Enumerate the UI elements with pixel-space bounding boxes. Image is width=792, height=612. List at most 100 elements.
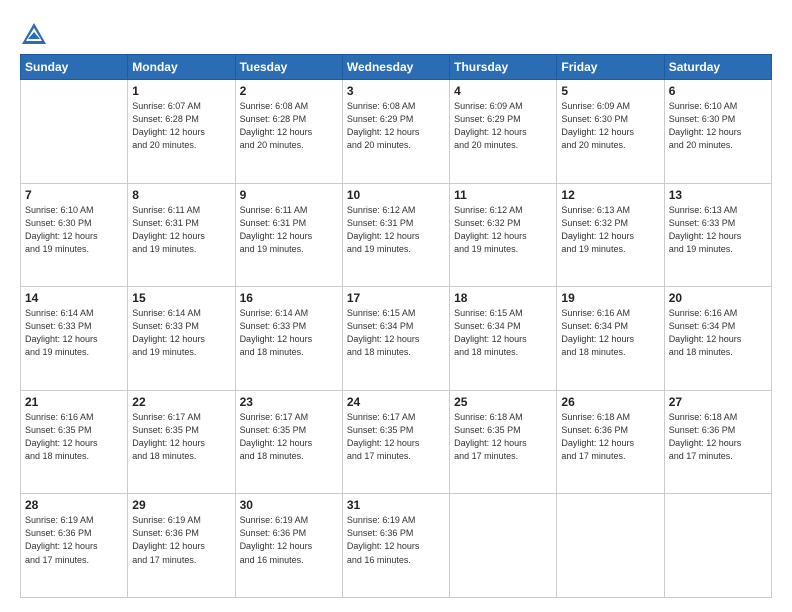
day-number: 20 [669, 291, 767, 305]
calendar-cell: 22Sunrise: 6:17 AM Sunset: 6:35 PM Dayli… [128, 390, 235, 494]
day-number: 12 [561, 188, 659, 202]
day-number: 27 [669, 395, 767, 409]
day-info: Sunrise: 6:10 AM Sunset: 6:30 PM Dayligh… [25, 204, 123, 256]
day-info: Sunrise: 6:14 AM Sunset: 6:33 PM Dayligh… [25, 307, 123, 359]
day-number: 24 [347, 395, 445, 409]
day-number: 5 [561, 84, 659, 98]
calendar-cell: 2 Sunrise: 6:08 AM Sunset: 6:28 PM Daylig… [235, 80, 342, 184]
day-info: Sunrise: 6:16 AM Sunset: 6:35 PM Dayligh… [25, 411, 123, 463]
day-number: 18 [454, 291, 552, 305]
calendar-cell [664, 494, 771, 598]
day-info: Sunrise: 6:17 AM Sunset: 6:35 PM Dayligh… [240, 411, 338, 463]
calendar-cell: 10 Sunrise: 6:12 AM Sunset: 6:31 PM Dayli… [342, 183, 449, 287]
calendar-cell: 12 Sunrise: 6:13 AM Sunset: 6:32 PM Dayli… [557, 183, 664, 287]
calendar-cell: 18 Sunrise: 6:15 AM Sunset: 6:34 PM Dayli… [450, 287, 557, 391]
day-info: Sunrise: 6:10 AM Sunset: 6:30 PM Dayligh… [669, 100, 767, 152]
day-number: 1 [132, 84, 230, 98]
day-info: Sunrise: 6:13 AM Sunset: 6:32 PM Dayligh… [561, 204, 659, 256]
day-info: Sunrise: 6:09 AM Sunset: 6:30 PM Dayligh… [561, 100, 659, 152]
calendar-cell: 20 Sunrise: 6:16 AM Sunset: 6:34 PM Dayli… [664, 287, 771, 391]
weekday-header-row: SundayMondayTuesdayWednesdayThursdayFrid… [21, 55, 772, 80]
weekday-header-saturday: Saturday [664, 55, 771, 80]
week-row-1: 1 Sunrise: 6:07 AM Sunset: 6:28 PM Daylig… [21, 80, 772, 184]
day-number: 16 [240, 291, 338, 305]
day-number: 7 [25, 188, 123, 202]
calendar-cell: 16 Sunrise: 6:14 AM Sunset: 6:33 PM Dayli… [235, 287, 342, 391]
calendar-table: SundayMondayTuesdayWednesdayThursdayFrid… [20, 54, 772, 598]
calendar-cell: 25 Sunrise: 6:18 AM Sunset: 6:35 PM Dayli… [450, 390, 557, 494]
day-info: Sunrise: 6:12 AM Sunset: 6:31 PM Dayligh… [347, 204, 445, 256]
day-number: 4 [454, 84, 552, 98]
day-info: Sunrise: 6:18 AM Sunset: 6:36 PM Dayligh… [561, 411, 659, 463]
day-number: 17 [347, 291, 445, 305]
calendar-cell: 31Sunrise: 6:19 AM Sunset: 6:36 PM Dayli… [342, 494, 449, 598]
day-number: 26 [561, 395, 659, 409]
weekday-header-sunday: Sunday [21, 55, 128, 80]
week-row-2: 7 Sunrise: 6:10 AM Sunset: 6:30 PM Daylig… [21, 183, 772, 287]
day-number: 30 [240, 498, 338, 512]
day-number: 8 [132, 188, 230, 202]
calendar-cell: 3 Sunrise: 6:08 AM Sunset: 6:29 PM Daylig… [342, 80, 449, 184]
week-row-3: 14Sunrise: 6:14 AM Sunset: 6:33 PM Dayli… [21, 287, 772, 391]
day-number: 6 [669, 84, 767, 98]
calendar-cell: 21 Sunrise: 6:16 AM Sunset: 6:35 PM Dayli… [21, 390, 128, 494]
calendar-cell [557, 494, 664, 598]
day-info: Sunrise: 6:18 AM Sunset: 6:35 PM Dayligh… [454, 411, 552, 463]
calendar-cell: 26 Sunrise: 6:18 AM Sunset: 6:36 PM Dayli… [557, 390, 664, 494]
calendar-cell: 6 Sunrise: 6:10 AM Sunset: 6:30 PM Daylig… [664, 80, 771, 184]
day-info: Sunrise: 6:14 AM Sunset: 6:33 PM Dayligh… [132, 307, 230, 359]
weekday-header-thursday: Thursday [450, 55, 557, 80]
weekday-header-tuesday: Tuesday [235, 55, 342, 80]
calendar-cell: 7 Sunrise: 6:10 AM Sunset: 6:30 PM Daylig… [21, 183, 128, 287]
day-number: 9 [240, 188, 338, 202]
day-info: Sunrise: 6:12 AM Sunset: 6:32 PM Dayligh… [454, 204, 552, 256]
calendar-cell: 9Sunrise: 6:11 AM Sunset: 6:31 PM Daylig… [235, 183, 342, 287]
day-info: Sunrise: 6:16 AM Sunset: 6:34 PM Dayligh… [669, 307, 767, 359]
day-number: 3 [347, 84, 445, 98]
page: SundayMondayTuesdayWednesdayThursdayFrid… [0, 0, 792, 612]
calendar-cell [21, 80, 128, 184]
calendar-cell: 28 Sunrise: 6:19 AM Sunset: 6:36 PM Dayli… [21, 494, 128, 598]
calendar-cell: 17 Sunrise: 6:15 AM Sunset: 6:34 PM Dayli… [342, 287, 449, 391]
day-number: 28 [25, 498, 123, 512]
day-number: 29 [132, 498, 230, 512]
day-number: 23 [240, 395, 338, 409]
day-number: 10 [347, 188, 445, 202]
day-info: Sunrise: 6:17 AM Sunset: 6:35 PM Dayligh… [347, 411, 445, 463]
calendar-cell: 19Sunrise: 6:16 AM Sunset: 6:34 PM Dayli… [557, 287, 664, 391]
day-number: 21 [25, 395, 123, 409]
calendar-cell: 1 Sunrise: 6:07 AM Sunset: 6:28 PM Daylig… [128, 80, 235, 184]
calendar-cell: 5 Sunrise: 6:09 AM Sunset: 6:30 PM Daylig… [557, 80, 664, 184]
day-info: Sunrise: 6:19 AM Sunset: 6:36 PM Dayligh… [25, 514, 123, 566]
day-info: Sunrise: 6:07 AM Sunset: 6:28 PM Dayligh… [132, 100, 230, 152]
day-number: 15 [132, 291, 230, 305]
logo [20, 20, 52, 48]
day-info: Sunrise: 6:08 AM Sunset: 6:29 PM Dayligh… [347, 100, 445, 152]
calendar-cell: 4 Sunrise: 6:09 AM Sunset: 6:29 PM Daylig… [450, 80, 557, 184]
day-number: 22 [132, 395, 230, 409]
calendar-cell: 13Sunrise: 6:13 AM Sunset: 6:33 PM Dayli… [664, 183, 771, 287]
day-info: Sunrise: 6:15 AM Sunset: 6:34 PM Dayligh… [347, 307, 445, 359]
day-number: 11 [454, 188, 552, 202]
day-info: Sunrise: 6:15 AM Sunset: 6:34 PM Dayligh… [454, 307, 552, 359]
week-row-5: 28 Sunrise: 6:19 AM Sunset: 6:36 PM Dayli… [21, 494, 772, 598]
day-info: Sunrise: 6:19 AM Sunset: 6:36 PM Dayligh… [240, 514, 338, 566]
day-info: Sunrise: 6:09 AM Sunset: 6:29 PM Dayligh… [454, 100, 552, 152]
weekday-header-friday: Friday [557, 55, 664, 80]
weekday-header-monday: Monday [128, 55, 235, 80]
day-info: Sunrise: 6:08 AM Sunset: 6:28 PM Dayligh… [240, 100, 338, 152]
day-info: Sunrise: 6:18 AM Sunset: 6:36 PM Dayligh… [669, 411, 767, 463]
calendar-cell: 30 Sunrise: 6:19 AM Sunset: 6:36 PM Dayli… [235, 494, 342, 598]
day-info: Sunrise: 6:19 AM Sunset: 6:36 PM Dayligh… [347, 514, 445, 566]
calendar-cell: 8 Sunrise: 6:11 AM Sunset: 6:31 PM Daylig… [128, 183, 235, 287]
day-number: 2 [240, 84, 338, 98]
calendar-cell: 23 Sunrise: 6:17 AM Sunset: 6:35 PM Dayli… [235, 390, 342, 494]
header [20, 18, 772, 48]
day-info: Sunrise: 6:14 AM Sunset: 6:33 PM Dayligh… [240, 307, 338, 359]
day-info: Sunrise: 6:19 AM Sunset: 6:36 PM Dayligh… [132, 514, 230, 566]
day-number: 13 [669, 188, 767, 202]
calendar-cell [450, 494, 557, 598]
day-info: Sunrise: 6:11 AM Sunset: 6:31 PM Dayligh… [132, 204, 230, 256]
day-number: 25 [454, 395, 552, 409]
calendar-cell: 29 Sunrise: 6:19 AM Sunset: 6:36 PM Dayli… [128, 494, 235, 598]
